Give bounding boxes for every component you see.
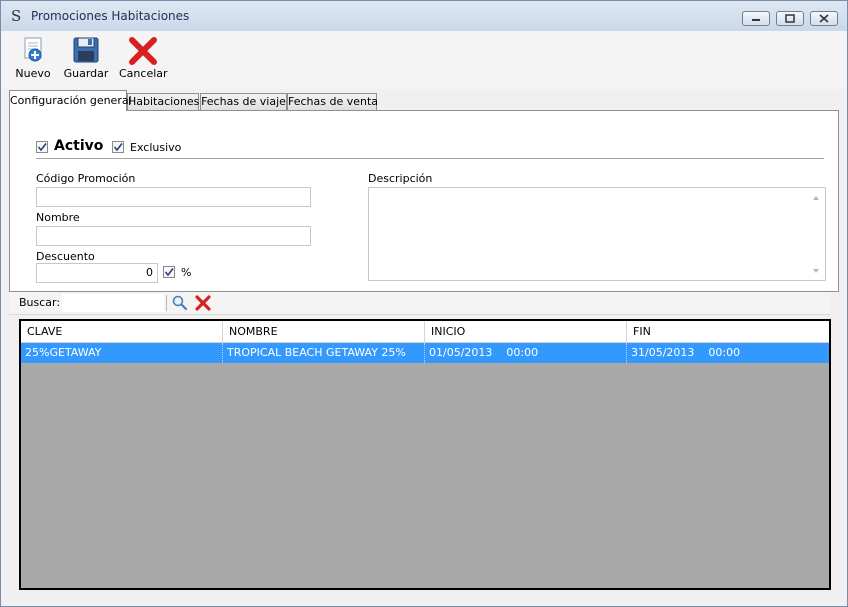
nuevo-button[interactable]: Nuevo bbox=[13, 37, 53, 83]
title-bar[interactable]: S Promociones Habitaciones bbox=[1, 1, 847, 31]
search-bar: Buscar: bbox=[9, 292, 831, 315]
activo-label: Activo bbox=[54, 138, 104, 154]
descripcion-label: Descripción bbox=[368, 172, 433, 185]
column-header-inicio[interactable]: INICIO bbox=[425, 321, 627, 342]
promociones-grid[interactable]: CLAVE NOMBRE INICIO FIN 25%GETAWAY TROPI… bbox=[19, 319, 831, 590]
close-window-button[interactable] bbox=[810, 11, 838, 26]
cancelar-label: Cancelar bbox=[119, 67, 168, 80]
cell-nombre: TROPICAL BEACH GETAWAY 25% bbox=[223, 343, 425, 363]
guardar-label: Guardar bbox=[63, 67, 109, 80]
scroll-down-icon bbox=[813, 269, 819, 273]
descripcion-textarea[interactable] bbox=[368, 187, 826, 281]
codigo-promocion-input[interactable] bbox=[36, 187, 311, 207]
exclusivo-label: Exclusivo bbox=[130, 141, 182, 154]
cell-fin: 31/05/2013 00:00 bbox=[631, 346, 741, 359]
codigo-promocion-label: Código Promoción bbox=[36, 172, 136, 185]
nuevo-label: Nuevo bbox=[15, 67, 51, 80]
tab-habitaciones[interactable]: Habitaciones bbox=[127, 93, 199, 110]
restore-icon bbox=[785, 14, 795, 23]
window-title: Promociones Habitaciones bbox=[31, 9, 190, 23]
search-divider bbox=[166, 295, 167, 311]
cell-clave: 25%GETAWAY bbox=[21, 343, 223, 363]
descuento-input[interactable]: 0 bbox=[36, 263, 158, 283]
minimize-icon bbox=[752, 19, 760, 21]
column-header-fin[interactable]: FIN bbox=[627, 321, 829, 342]
buscar-label: Buscar: bbox=[19, 296, 61, 309]
table-row[interactable]: 25%GETAWAY TROPICAL BEACH GETAWAY 25% 01… bbox=[21, 343, 829, 363]
cancel-x-icon bbox=[129, 37, 157, 65]
new-document-icon bbox=[24, 37, 42, 62]
column-header-clave[interactable]: CLAVE bbox=[21, 321, 223, 342]
divider bbox=[36, 158, 824, 159]
app-logo-icon: S bbox=[11, 7, 22, 25]
promociones-window: S Promociones Habitaciones Nuevo Guardar… bbox=[0, 0, 848, 607]
activo-checkbox[interactable] bbox=[36, 141, 48, 153]
save-disk-icon bbox=[73, 37, 99, 63]
nombre-input[interactable] bbox=[36, 226, 311, 246]
descuento-label: Descuento bbox=[36, 250, 95, 263]
guardar-button[interactable]: Guardar bbox=[63, 37, 109, 83]
porcentaje-checkbox[interactable] bbox=[163, 266, 175, 278]
check-icon bbox=[37, 143, 47, 152]
tab-fechas-de-venta[interactable]: Fechas de venta bbox=[287, 93, 378, 110]
grid-header: CLAVE NOMBRE INICIO FIN bbox=[21, 321, 829, 343]
cell-inicio: 01/05/2013 00:00 bbox=[425, 343, 627, 363]
check-icon bbox=[113, 143, 123, 152]
porcentaje-label: % bbox=[181, 266, 192, 279]
tab-fechas-de-viaje[interactable]: Fechas de viaje bbox=[200, 93, 287, 110]
toolbar: Nuevo Guardar Cancelar bbox=[1, 31, 847, 89]
close-icon bbox=[819, 14, 829, 23]
nombre-label: Nombre bbox=[36, 211, 80, 224]
configuracion-panel: Activo Exclusivo Código Promoción Nombre… bbox=[9, 110, 839, 292]
descripcion-scrollbar[interactable] bbox=[810, 193, 822, 277]
tab-configuracion-general[interactable]: Configuración general bbox=[9, 90, 132, 111]
cancelar-button[interactable]: Cancelar bbox=[119, 37, 168, 83]
check-icon bbox=[164, 268, 174, 277]
minimize-button[interactable] bbox=[742, 11, 770, 26]
scroll-up-icon bbox=[813, 196, 819, 200]
restore-button[interactable] bbox=[776, 11, 804, 26]
clear-search-icon[interactable] bbox=[195, 295, 211, 311]
search-icon[interactable] bbox=[171, 294, 189, 312]
column-header-nombre[interactable]: NOMBRE bbox=[223, 321, 425, 342]
exclusivo-checkbox[interactable] bbox=[112, 141, 124, 153]
search-input[interactable] bbox=[61, 293, 165, 313]
